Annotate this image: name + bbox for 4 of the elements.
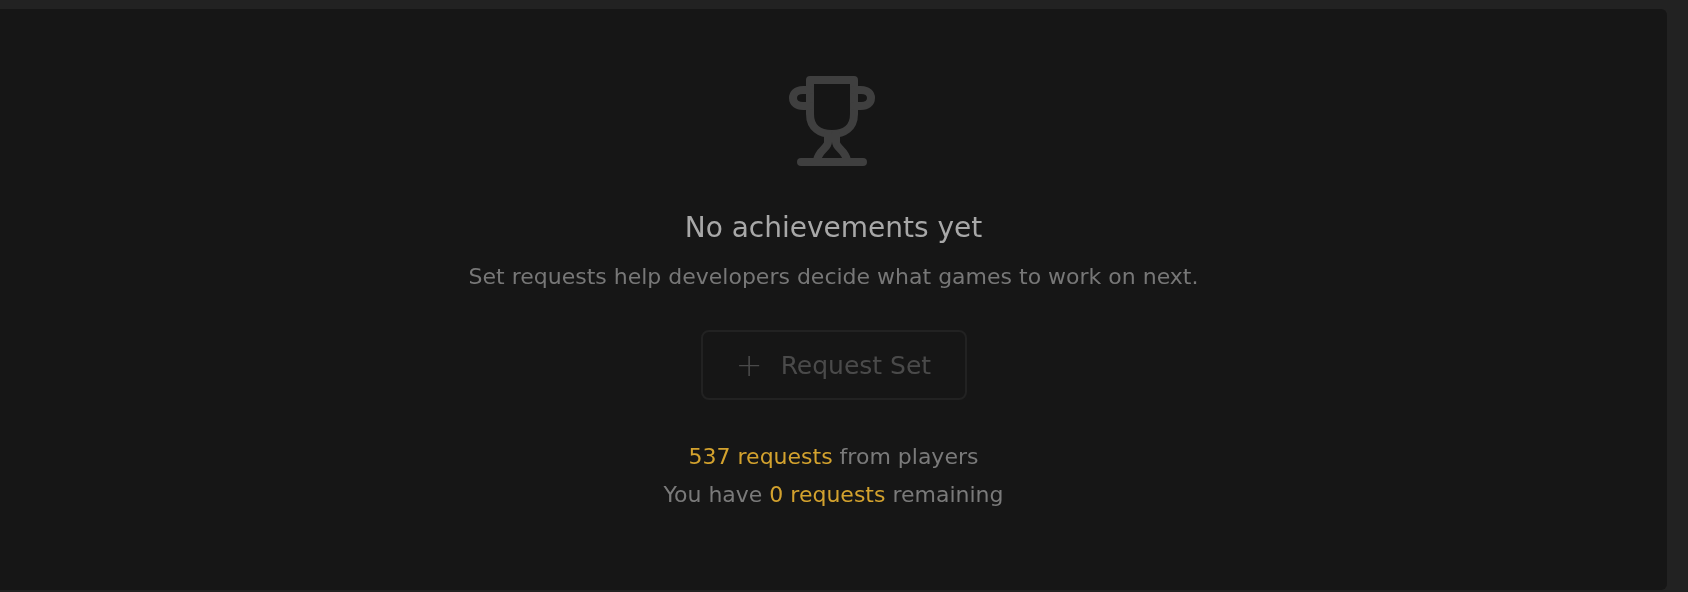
empty-state-title: No achievements yet [684, 210, 983, 246]
request-count-text: You have 0 requests remaining [663, 481, 1004, 509]
request-count-text: 537 requests from players [688, 443, 979, 471]
description: Set requests help developers decide what games to work on next. [468, 263, 1199, 291]
